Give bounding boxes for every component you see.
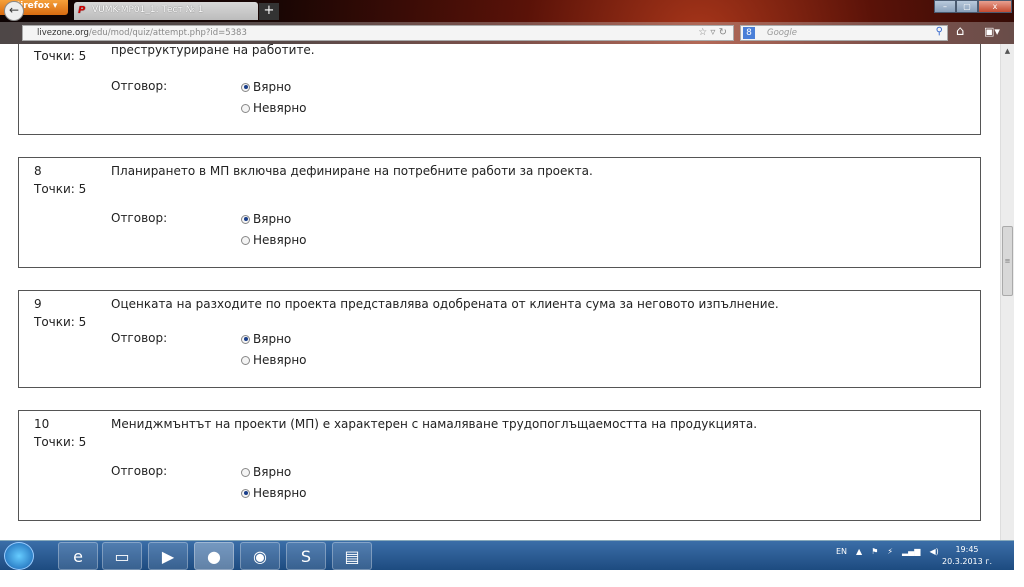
- answer-label: Отговор:: [111, 331, 168, 345]
- language-indicator[interactable]: EN: [836, 547, 847, 556]
- maximize-button[interactable]: ▢: [956, 0, 978, 13]
- google-icon: 8: [743, 27, 755, 39]
- question-text: преструктуриране на работите.: [111, 44, 315, 57]
- option-true[interactable]: Вярно: [241, 80, 291, 94]
- start-button[interactable]: [4, 542, 34, 570]
- favicon-icon: P: [78, 5, 86, 16]
- option-label: Невярно: [253, 486, 307, 500]
- answer-label: Отговор:: [111, 464, 168, 478]
- ie-taskbar-icon[interactable]: e: [58, 542, 98, 570]
- clock[interactable]: 19:45 20.3.2013 г.: [942, 544, 992, 568]
- url-domain: livezone.org: [37, 28, 89, 38]
- url-bar[interactable]: livezone.org/edu/mod/quiz/attempt.php?id…: [22, 25, 734, 41]
- chrome-taskbar-icon[interactable]: ◉: [240, 542, 280, 570]
- window-controls: – ▢ x: [934, 0, 1012, 13]
- option-label: Вярно: [253, 332, 292, 346]
- page-content: Точки: 5 преструктуриране на работите. О…: [0, 44, 1000, 540]
- question-7: Точки: 5 преструктуриране на работите. О…: [18, 44, 981, 135]
- option-label: Невярно: [253, 233, 307, 247]
- question-9: 9 Точки: 5 Оценката на разходите по прое…: [18, 290, 981, 388]
- vertical-scrollbar[interactable]: ▲ ≡: [1000, 44, 1014, 540]
- option-label: Вярно: [253, 80, 292, 94]
- question-text: Мениджмънтът на проекти (МП) е характере…: [111, 417, 758, 431]
- network-icon[interactable]: ▂▄▆: [902, 547, 920, 556]
- option-true[interactable]: Вярно: [241, 212, 291, 226]
- date: 20.3.2013 г.: [942, 557, 993, 566]
- radio-false[interactable]: [241, 355, 250, 365]
- question-number: 9: [34, 297, 42, 311]
- power-icon[interactable]: ⚡: [887, 547, 893, 556]
- action-center-icon[interactable]: ⚑: [871, 547, 878, 556]
- option-false[interactable]: Невярно: [241, 233, 307, 247]
- explorer-taskbar-icon[interactable]: ▭: [102, 542, 142, 570]
- taskbar: e ▭ ▶ ● ◉ S ▤ EN ▲ ⚑ ⚡ ▂▄▆ ◀) 19:45 20.3.…: [0, 540, 1014, 570]
- question-points: Точки: 5: [34, 49, 87, 63]
- radio-false[interactable]: [241, 488, 250, 498]
- bookmark-star-icon[interactable]: ☆ ▿ ↻: [698, 27, 727, 38]
- nav-bar: livezone.org/edu/mod/quiz/attempt.php?id…: [0, 22, 1014, 44]
- url-path: /edu/mod/quiz/attempt.php?id=5383: [88, 28, 247, 38]
- search-input[interactable]: 8 Google ⚲: [740, 25, 948, 41]
- option-true[interactable]: Вярно: [241, 465, 291, 479]
- question-points: Точки: 5: [34, 315, 87, 329]
- question-number: 8: [34, 164, 42, 178]
- radio-true[interactable]: [241, 82, 250, 92]
- scrollbar-thumb[interactable]: ≡: [1002, 226, 1013, 296]
- radio-false[interactable]: [241, 235, 250, 245]
- option-false[interactable]: Невярно: [241, 486, 307, 500]
- system-tray: EN ▲ ⚑ ⚡ ▂▄▆ ◀): [836, 547, 939, 556]
- close-button[interactable]: x: [978, 0, 1012, 13]
- new-tab-button[interactable]: +: [259, 3, 279, 20]
- tab-title: VUMK-MP01_1: Тест № 1: [92, 5, 204, 15]
- option-label: Вярно: [253, 212, 292, 226]
- window-taskbar-icon[interactable]: ▤: [332, 542, 372, 570]
- option-label: Вярно: [253, 465, 292, 479]
- radio-true[interactable]: [241, 334, 250, 344]
- option-true[interactable]: Вярно: [241, 332, 291, 346]
- bookmarks-icon[interactable]: ▣▾: [984, 25, 1000, 38]
- question-points: Точки: 5: [34, 435, 87, 449]
- media-taskbar-icon[interactable]: ▶: [148, 542, 188, 570]
- question-number: 10: [34, 417, 50, 431]
- browser-chrome: Firefox ▾ P VUMK-MP01_1: Тест № 1 + – ▢ x…: [0, 0, 1014, 44]
- radio-true[interactable]: [241, 214, 250, 224]
- question-8: 8 Точки: 5 Планирането в МП включва дефи…: [18, 157, 981, 268]
- home-icon[interactable]: ⌂: [956, 24, 964, 39]
- firefox-taskbar-icon[interactable]: ●: [194, 542, 234, 570]
- skype-taskbar-icon[interactable]: S: [286, 542, 326, 570]
- option-false[interactable]: Невярно: [241, 353, 307, 367]
- back-button[interactable]: ←: [4, 1, 24, 21]
- question-text: Оценката на разходите по проекта предста…: [111, 297, 779, 311]
- minimize-button[interactable]: –: [934, 0, 956, 13]
- search-placeholder: Google: [767, 28, 797, 38]
- option-label: Невярно: [253, 353, 307, 367]
- radio-false[interactable]: [241, 103, 250, 113]
- time: 19:45: [955, 545, 979, 554]
- search-icon[interactable]: ⚲: [936, 26, 943, 37]
- tray-expand-icon[interactable]: ▲: [856, 547, 862, 556]
- answer-label: Отговор:: [111, 79, 168, 93]
- question-text: Планирането в МП включва дефиниране на п…: [111, 164, 593, 178]
- volume-icon[interactable]: ◀): [929, 547, 938, 556]
- option-false[interactable]: Невярно: [241, 101, 307, 115]
- scroll-up-icon[interactable]: ▲: [1001, 44, 1014, 58]
- option-label: Невярно: [253, 101, 307, 115]
- radio-true[interactable]: [241, 467, 250, 477]
- answer-label: Отговор:: [111, 211, 168, 225]
- tab-active[interactable]: P VUMK-MP01_1: Тест № 1: [74, 2, 258, 20]
- question-10: 10 Точки: 5 Мениджмънтът на проекти (МП)…: [18, 410, 981, 521]
- question-points: Точки: 5: [34, 182, 87, 196]
